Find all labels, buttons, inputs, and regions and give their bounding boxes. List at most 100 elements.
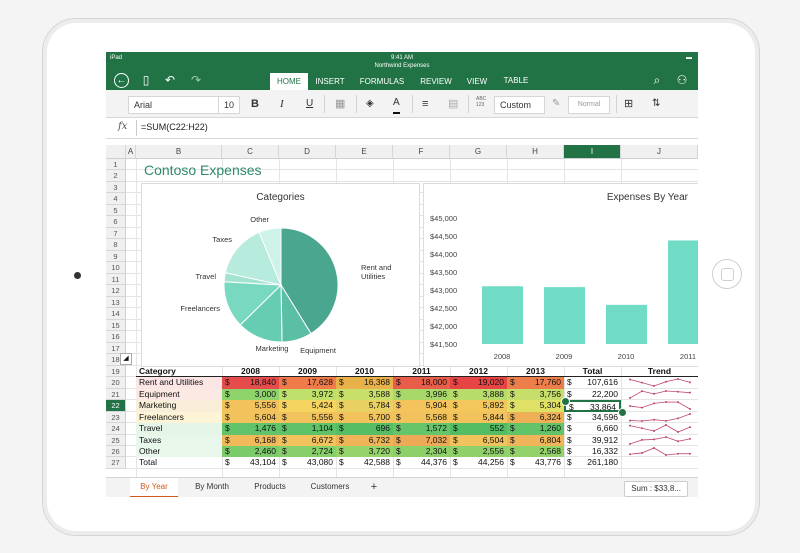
value-cell[interactable]: $3,972 [279, 388, 336, 401]
row-header[interactable]: 23 [106, 411, 126, 424]
value-cell[interactable]: $43,776 [507, 457, 564, 468]
column-header[interactable]: F [393, 145, 450, 159]
value-cell[interactable]: $3,000 [222, 388, 279, 401]
merge-icon[interactable]: ▤ [448, 96, 458, 112]
row-header[interactable]: 20 [106, 377, 126, 389]
row-header[interactable]: 25 [106, 434, 126, 446]
home-button[interactable] [712, 259, 742, 289]
cell-style-icon[interactable]: ✎ [552, 96, 560, 112]
value-cell[interactable]: $19,020 [450, 377, 507, 389]
table-header[interactable]: Category [136, 366, 222, 378]
table-header[interactable]: 2009 [279, 366, 336, 378]
value-cell[interactable]: $2,460 [222, 446, 279, 458]
value-cell[interactable]: $5,604 [222, 411, 279, 424]
row-header[interactable]: 4 [106, 193, 126, 205]
category-cell[interactable]: Travel [136, 423, 222, 435]
row-header[interactable]: 11 [106, 273, 126, 286]
back-icon[interactable]: ← [114, 73, 129, 88]
category-cell[interactable]: Total [136, 457, 222, 468]
fill-color-icon[interactable]: ◈ [366, 96, 374, 112]
column-header[interactable]: H [507, 145, 564, 159]
value-cell[interactable]: $18,000 [393, 377, 450, 389]
value-cell[interactable]: $5,700 [336, 411, 393, 424]
file-icon[interactable]: ▯ [138, 72, 154, 88]
row-header[interactable]: 15 [106, 319, 126, 332]
formula-input[interactable]: =SUM(C22:H22) [141, 122, 208, 132]
row-header[interactable]: 19 [106, 365, 126, 378]
value-cell[interactable]: $5,556 [279, 411, 336, 424]
value-cell[interactable]: $5,568 [393, 411, 450, 424]
column-header[interactable]: D [279, 145, 336, 159]
value-cell[interactable]: $6,732 [336, 434, 393, 446]
value-cell[interactable]: $16,368 [336, 377, 393, 389]
selected-total-cell[interactable]: $33,864 [564, 400, 621, 412]
value-cell[interactable]: $5,844 [450, 411, 507, 424]
category-cell[interactable]: Marketing [136, 400, 222, 412]
category-cell[interactable]: Freelancers [136, 411, 222, 424]
value-cell[interactable]: $6,324 [507, 411, 564, 424]
value-cell[interactable]: $6,504 [450, 434, 507, 446]
font-size-box[interactable]: 10 [218, 96, 240, 114]
add-sheet-button[interactable]: + [364, 478, 384, 496]
row-header[interactable]: 3 [106, 181, 126, 194]
total-cell[interactable]: $6,660 [564, 423, 621, 434]
value-cell[interactable]: $5,304 [507, 400, 564, 412]
value-cell[interactable]: $5,424 [279, 400, 336, 412]
search-icon[interactable]: ⌕ [649, 72, 665, 88]
row-header[interactable]: 16 [106, 331, 126, 343]
borders-icon[interactable]: ▦ [335, 96, 345, 112]
tab-home[interactable]: HOME [270, 73, 308, 90]
value-cell[interactable]: $6,168 [222, 434, 279, 446]
tab-insert[interactable]: INSERT [311, 73, 349, 90]
column-header[interactable]: B [136, 145, 222, 159]
value-cell[interactable]: $17,760 [507, 377, 564, 389]
fx-icon[interactable]: fx [118, 121, 127, 132]
total-cell[interactable]: $261,180 [564, 457, 621, 468]
sheet-tab-by-year[interactable]: By Year [130, 478, 178, 497]
selection-handle[interactable] [618, 407, 627, 417]
row-header[interactable]: 21 [106, 388, 126, 401]
sheet-tab-customers[interactable]: Customers [302, 478, 358, 496]
table-header[interactable]: 2010 [336, 366, 393, 378]
value-cell[interactable]: $696 [336, 423, 393, 435]
cell-style-dropdown[interactable]: Normal [568, 96, 610, 114]
column-header[interactable]: G [450, 145, 507, 159]
sort-filter-icon[interactable]: ⇅ [652, 96, 660, 112]
row-header[interactable]: 1 [106, 159, 126, 171]
value-cell[interactable]: $3,720 [336, 446, 393, 458]
row-header[interactable]: 5 [106, 204, 126, 217]
value-cell[interactable]: $7,032 [393, 434, 450, 446]
row-header[interactable]: 9 [106, 250, 126, 263]
category-cell[interactable]: Equipment [136, 388, 222, 401]
value-cell[interactable]: $552 [450, 423, 507, 435]
value-cell[interactable]: $42,588 [336, 457, 393, 468]
font-color-icon[interactable]: A [393, 96, 400, 114]
align-icon[interactable]: ≡ [422, 96, 428, 112]
value-cell[interactable]: $1,476 [222, 423, 279, 435]
tab-formulas[interactable]: FORMULAS [355, 73, 409, 90]
bold-button[interactable]: B [251, 96, 259, 112]
italic-button[interactable]: I [280, 96, 284, 112]
column-header[interactable]: C [222, 145, 279, 159]
share-person-icon[interactable]: ⚇ [674, 72, 690, 88]
undo-icon[interactable]: ↶ [162, 72, 178, 88]
total-cell[interactable]: $22,200 [564, 389, 621, 400]
value-cell[interactable]: $18,840 [222, 377, 279, 389]
row-header-selected[interactable]: 22 [106, 400, 126, 412]
value-cell[interactable]: $6,804 [507, 434, 564, 446]
value-cell[interactable]: $2,724 [279, 446, 336, 458]
value-cell[interactable]: $5,892 [450, 400, 507, 412]
table-header[interactable]: 2011 [393, 366, 450, 378]
value-cell[interactable]: $2,556 [450, 446, 507, 458]
row-header[interactable]: 14 [106, 308, 126, 320]
value-cell[interactable]: $43,080 [279, 457, 336, 468]
table-header[interactable]: 2008 [222, 366, 279, 378]
total-cell[interactable]: $107,616 [564, 377, 621, 388]
total-cell[interactable]: $16,332 [564, 446, 621, 457]
number-format-dropdown[interactable]: Custom [494, 96, 545, 114]
pie-chart[interactable]: Categories Rent and Utilities Equipment Mar… [141, 183, 420, 367]
row-header[interactable]: 8 [106, 239, 126, 251]
table-header[interactable]: 2012 [450, 366, 507, 378]
sum-status[interactable]: Sum : $33,8... [624, 481, 688, 497]
row-header[interactable]: 13 [106, 296, 126, 309]
